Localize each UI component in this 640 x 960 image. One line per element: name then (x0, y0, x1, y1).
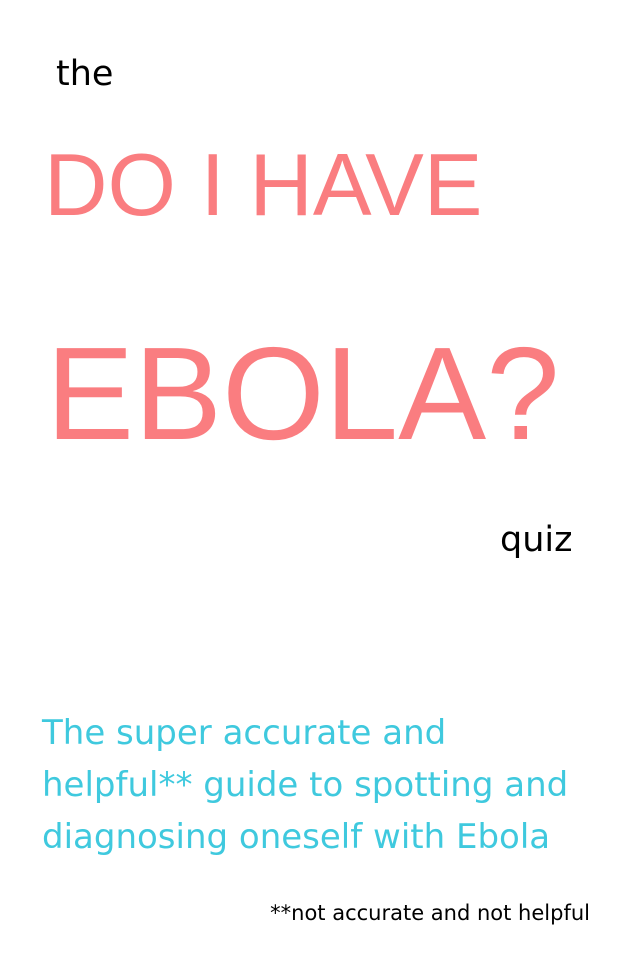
title-line-1: DO I HAVE (44, 135, 483, 234)
title-prefix: the (56, 54, 114, 94)
footnote: **not accurate and not helpful (270, 901, 590, 925)
title-suffix: quiz (500, 520, 573, 560)
subtitle: The super accurate and helpful** guide t… (42, 713, 569, 857)
title-line-2: EBOLA? (46, 320, 560, 467)
quiz-cover-page: the DO I HAVE EBOLA? quiz The super accu… (0, 0, 640, 960)
